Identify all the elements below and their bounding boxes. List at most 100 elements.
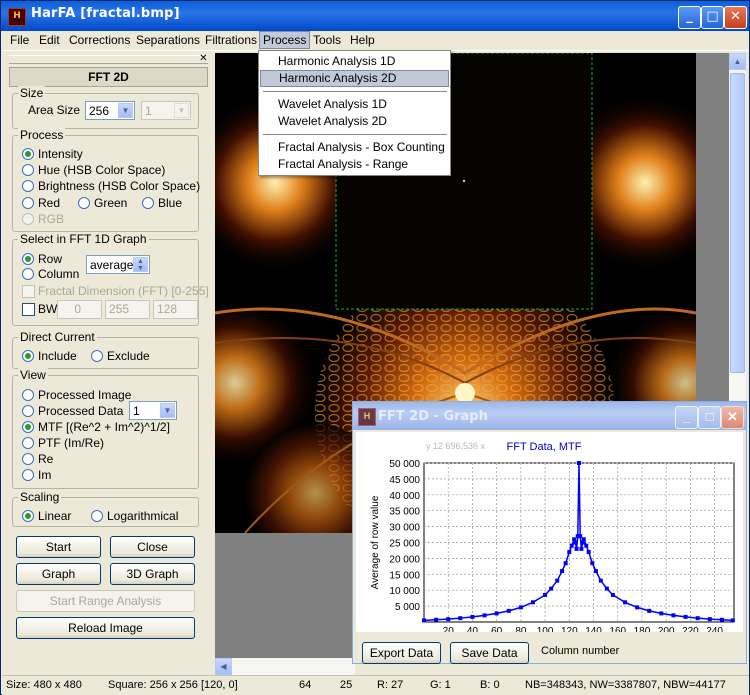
- save-data-button[interactable]: Save Data: [450, 642, 529, 664]
- radio-exclude[interactable]: [91, 350, 103, 362]
- menu-corrections[interactable]: Corrections: [69, 33, 130, 47]
- data-point: [598, 578, 603, 583]
- start-button[interactable]: Start: [16, 536, 101, 558]
- radio-red[interactable]: [22, 197, 34, 209]
- average-spinner[interactable]: average ▲ ▼: [86, 255, 150, 274]
- close-panel-button[interactable]: Close: [110, 536, 195, 558]
- data-point: [590, 561, 595, 566]
- status-bar: Size: 480 x 480 Square: 256 x 256 [120, …: [2, 675, 749, 695]
- scroll-up-icon[interactable]: ▲: [729, 53, 746, 70]
- menu-wavelet-2d[interactable]: Wavelet Analysis 2D: [260, 113, 449, 130]
- data-point: [470, 614, 475, 619]
- option-green[interactable]: Green: [94, 196, 127, 210]
- radio-blue[interactable]: [142, 197, 154, 209]
- menu-edit[interactable]: Edit: [39, 33, 60, 47]
- radio-processed-image[interactable]: [22, 389, 34, 401]
- status-counts: NB=348343, NW=3387807, NBW=44177: [525, 679, 726, 691]
- option-im[interactable]: Im: [38, 468, 51, 482]
- graph-maximize-button[interactable]: □: [698, 406, 721, 429]
- option-column[interactable]: Column: [38, 267, 79, 281]
- y-tick-label: 50 000: [389, 459, 420, 470]
- option-intensity[interactable]: Intensity: [38, 147, 83, 161]
- menu-process[interactable]: Process: [259, 31, 311, 49]
- radio-row[interactable]: [22, 253, 34, 265]
- area-size-label: Area Size: [28, 103, 81, 117]
- radio-im[interactable]: [22, 469, 34, 481]
- panel-grip[interactable]: [9, 55, 208, 64]
- status-size: Size: 480 x 480: [6, 679, 82, 691]
- option-processed-data[interactable]: Processed Data: [38, 404, 123, 418]
- image-horizontal-scrollbar[interactable]: ◀: [215, 658, 355, 675]
- x-tick-label: 140: [585, 626, 602, 632]
- bw-label[interactable]: BW: [38, 302, 57, 316]
- option-linear[interactable]: Linear: [38, 509, 71, 523]
- graph-close-button[interactable]: ✕: [721, 406, 744, 429]
- menu-wavelet-1d[interactable]: Wavelet Analysis 1D: [260, 96, 449, 113]
- radio-linear[interactable]: [22, 510, 34, 522]
- option-include[interactable]: Include: [38, 349, 77, 363]
- scroll-left-icon[interactable]: ◀: [215, 658, 232, 675]
- radio-mtf[interactable]: [22, 421, 34, 433]
- radio-ptf[interactable]: [22, 437, 34, 449]
- menu-harmonic-2d[interactable]: Harmonic Analysis 2D: [260, 70, 449, 87]
- panel-close-icon[interactable]: ✕: [198, 54, 209, 65]
- option-exclude[interactable]: Exclude: [107, 349, 150, 363]
- option-blue[interactable]: Blue: [158, 196, 182, 210]
- graph-minimize-button[interactable]: _: [675, 406, 698, 429]
- option-row[interactable]: Row: [38, 252, 62, 266]
- option-processed-image[interactable]: Processed Image: [38, 388, 131, 402]
- graph-button[interactable]: Graph: [16, 563, 101, 585]
- y-tick-label: 10 000: [389, 586, 420, 597]
- graph-title-bar[interactable]: H FFT 2D - Graph _ □ ✕: [353, 402, 746, 430]
- radio-re[interactable]: [22, 453, 34, 465]
- option-mtf[interactable]: MTF [(Re^2 + Im^2)^1/2]: [38, 420, 170, 434]
- radio-green[interactable]: [78, 197, 90, 209]
- radio-processed-data[interactable]: [22, 405, 34, 417]
- radio-column[interactable]: [22, 268, 34, 280]
- radio-hue[interactable]: [22, 164, 34, 176]
- maximize-button[interactable]: □: [701, 6, 724, 29]
- option-red[interactable]: Red: [38, 196, 60, 210]
- reload-image-button[interactable]: Reload Image: [16, 617, 195, 639]
- menu-box-counting[interactable]: Fractal Analysis - Box Counting: [260, 139, 449, 156]
- radio-brightness[interactable]: [22, 180, 34, 192]
- data-point: [574, 546, 579, 551]
- data-point: [581, 537, 586, 542]
- option-logarithmical[interactable]: Logarithmical: [107, 509, 178, 523]
- y-tick-label: 40 000: [389, 491, 420, 502]
- menu-filtrations[interactable]: Filtrations: [205, 33, 257, 47]
- bw-checkbox[interactable]: [22, 303, 35, 316]
- close-button[interactable]: ✕: [724, 6, 747, 29]
- data-point: [695, 616, 700, 621]
- image-vertical-scrollbar[interactable]: ▲: [729, 53, 746, 403]
- graph-3d-button[interactable]: 3D Graph: [110, 563, 195, 585]
- menu-harmonic-1d[interactable]: Harmonic Analysis 1D: [260, 53, 449, 70]
- area-size-select[interactable]: 256 ▼: [85, 101, 135, 120]
- spinner-arrows-icon[interactable]: ▲ ▼: [133, 257, 148, 272]
- option-ptf[interactable]: PTF (Im/Re): [38, 436, 104, 450]
- radio-logarithmical[interactable]: [91, 510, 103, 522]
- fft-chart[interactable]: y 12 696,536 x FFT Data, MTF 50 000 45 000 4…: [356, 432, 743, 637]
- option-hue[interactable]: Hue (HSB Color Space): [38, 163, 165, 177]
- menu-help[interactable]: Help: [350, 33, 375, 47]
- window-title: HarFA [fractal.bmp]: [31, 6, 180, 21]
- data-point: [593, 569, 598, 574]
- processed-data-select[interactable]: 1 ▼: [129, 401, 177, 420]
- menu-separations[interactable]: Separations: [136, 33, 200, 47]
- export-data-button[interactable]: Export Data: [362, 642, 441, 664]
- menu-tools[interactable]: Tools: [313, 33, 341, 47]
- title-bar[interactable]: H HarFA [fractal.bmp] _ □ ✕: [1, 1, 749, 31]
- radio-intensity[interactable]: [22, 148, 34, 160]
- status-value-a: 64: [299, 679, 312, 691]
- menu-file[interactable]: File: [10, 33, 29, 47]
- option-brightness[interactable]: Brightness (HSB Color Space): [38, 179, 200, 193]
- vertical-scroll-thumb[interactable]: [730, 73, 745, 373]
- option-re[interactable]: Re: [38, 452, 53, 466]
- minimize-button[interactable]: _: [678, 6, 701, 29]
- view-group-title: View: [18, 368, 48, 382]
- graph-window-title: FFT 2D - Graph: [378, 409, 488, 424]
- data-point: [543, 592, 548, 597]
- menu-fractal-range[interactable]: Fractal Analysis - Range: [260, 156, 449, 173]
- graph-window: H FFT 2D - Graph _ □ ✕ y 12 696,536 x FFT…: [352, 401, 747, 664]
- radio-include[interactable]: [22, 350, 34, 362]
